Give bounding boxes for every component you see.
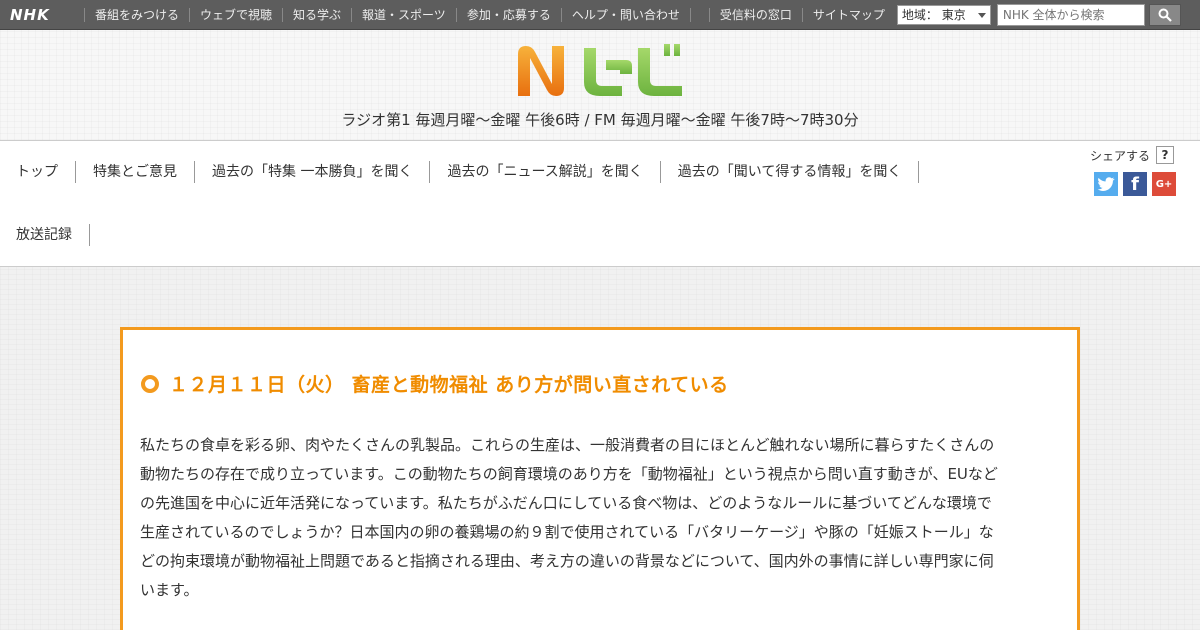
search-input[interactable] [996, 3, 1145, 26]
article-title-text: １２月１１日（火） 畜産と動物福祉 あり方が問い直されている [169, 374, 729, 396]
article-body-line: どの拘束環境が動物福祉上問題であると指摘される理由、考え方の違いの背景などについ… [140, 552, 994, 570]
share-label: シェアする [1090, 148, 1151, 163]
topnav-watch-web[interactable]: ウェブで視聴 [189, 7, 282, 22]
nav-top[interactable]: トップ [0, 161, 76, 183]
article-body: 私たちの食卓を彩る卵、肉やたくさんの乳製品。これらの生産は、一般消費者の目にほと… [140, 431, 1060, 605]
facebook-icon[interactable]: f [1123, 172, 1147, 196]
article-title: １２月１１日（火） 畜産と動物福祉 あり方が問い直されている [141, 370, 729, 397]
topnav-participate[interactable]: 参加・応募する [455, 7, 561, 22]
nav-past-useful-info[interactable]: 過去の「聞いて得する情報」を聞く [661, 161, 920, 183]
site-header: ラジオ第1 毎週月曜～金曜 午後6時 / FM 毎週月曜～金曜 午後7時～7時3… [0, 30, 1200, 141]
share-help-button[interactable]: ? [1156, 146, 1175, 164]
article-card: １２月１１日（火） 畜産と動物福祉 あり方が問い直されている 私たちの食卓を彩る… [120, 327, 1080, 630]
topnav-news-sports[interactable]: 報道・スポーツ [351, 7, 456, 22]
article-body-line: 生産されているのでしょうか？日本国内の卵の養鶏場の約９割で使用されている「バタリ… [140, 523, 994, 541]
nav-features-opinions[interactable]: 特集とご意見 [76, 161, 195, 183]
nhk-logo[interactable]: NHK [10, 0, 74, 30]
broadcast-schedule: ラジオ第1 毎週月曜～金曜 午後6時 / FM 毎週月曜～金曜 午後7時～7時3… [341, 111, 859, 129]
nav-broadcast-records[interactable]: 放送記録 [0, 224, 90, 246]
region-select-value: 地域： 東京 [901, 8, 966, 22]
nhk-topbar: NHK 番組をみつける ウェブで視聴 知る学ぶ 報道・スポーツ 参加・応募する … [0, 0, 1200, 30]
article-body-line: います。 [140, 581, 199, 599]
chevron-down-icon [977, 12, 986, 18]
nsb-logo[interactable] [514, 40, 686, 100]
nav-past-feature[interactable]: 過去の「特集 一本勝負」を聞く [195, 161, 431, 183]
article-body-line: 動物たちの存在で成り立っています。この動物たちの飼育環境のあり方を「動物福祉」と… [140, 465, 998, 483]
twitter-icon[interactable] [1094, 172, 1118, 196]
topnav-right: 受信料の窓口 サイトマップ [708, 7, 895, 22]
nav-past-news-commentary[interactable]: 過去の「ニュース解説」を聞く [430, 161, 661, 183]
region-select[interactable]: 地域： 東京 [896, 4, 991, 25]
article-body-line: の先進国を中心に近年活発になっています。私たちがふだん口にしている食べ物は、どの… [140, 494, 992, 512]
circle-bullet-icon [141, 374, 159, 393]
search-icon [1158, 8, 1172, 22]
topnav: 番組をみつける ウェブで視聴 知る学ぶ 報道・スポーツ 参加・応募する ヘルプ・… [84, 7, 691, 22]
share-panel: シェアする ? f G+ [1090, 146, 1182, 196]
topnav-find-programs[interactable]: 番組をみつける [84, 7, 189, 22]
topnav-learn[interactable]: 知る学ぶ [282, 7, 351, 22]
google-plus-icon[interactable]: G+ [1152, 172, 1176, 196]
topnav-fee-window[interactable]: 受信料の窓口 [708, 7, 802, 22]
global-nav-row-1: トップ 特集とご意見 過去の「特集 一本勝負」を聞く 過去の「ニュース解説」を聞… [0, 161, 920, 183]
article-body-line: 私たちの食卓を彩る卵、肉やたくさんの乳製品。これらの生産は、一般消費者の目にほと… [140, 436, 995, 454]
global-nav: トップ 特集とご意見 過去の「特集 一本勝負」を聞く 過去の「ニュース解説」を聞… [0, 141, 1200, 267]
topnav-help[interactable]: ヘルプ・問い合わせ [560, 7, 691, 22]
nsb-logo-graphic [518, 44, 682, 96]
search-button[interactable] [1148, 3, 1181, 26]
global-nav-row-2: 放送記録 [0, 224, 90, 246]
topnav-sitemap[interactable]: サイトマップ [801, 7, 895, 22]
